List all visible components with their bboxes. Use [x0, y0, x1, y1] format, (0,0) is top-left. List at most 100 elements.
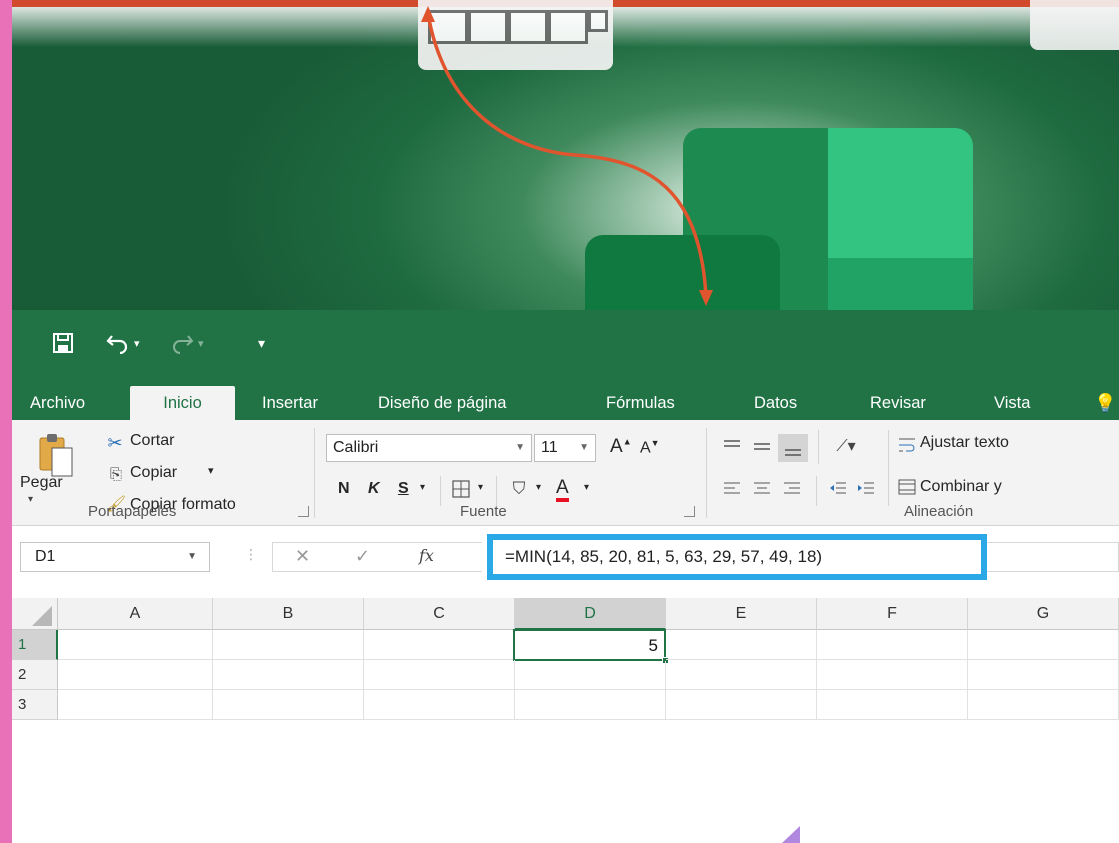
row-header[interactable]: 3 [12, 690, 58, 720]
font-color-dropdown-icon[interactable]: ▾ [584, 482, 589, 493]
cell[interactable] [515, 661, 666, 690]
orientation-icon[interactable]: ⟋▾ [826, 434, 866, 458]
align-top-icon[interactable] [720, 434, 744, 458]
font-size-select[interactable]: 11 ▼ [534, 434, 596, 462]
column-header[interactable]: A [58, 598, 213, 630]
formula-bar-grip-icon: ⋮ [244, 546, 258, 562]
bold-button[interactable]: N [338, 480, 350, 498]
row-header[interactable]: 2 [12, 660, 58, 690]
formula-buttons: ✕ ✓ fx [272, 542, 482, 572]
borders-icon[interactable] [450, 478, 472, 500]
row-header-selected[interactable]: 1 [12, 630, 58, 660]
formula-input[interactable]: =MIN(14, 85, 20, 81, 5, 63, 29, 57, 49, … [487, 534, 987, 580]
tab-inicio[interactable]: Inicio [130, 386, 235, 420]
decorative-background [0, 0, 1119, 310]
alignment-group-label: Alineación [904, 503, 974, 520]
column-header[interactable]: F [817, 598, 968, 630]
cell[interactable] [58, 630, 213, 660]
cell[interactable] [817, 660, 968, 690]
clipboard-group-label: Portapapeles [88, 503, 177, 520]
cell[interactable] [968, 660, 1119, 690]
cell[interactable] [666, 660, 817, 690]
cell[interactable] [364, 660, 515, 690]
copy-button[interactable]: Copiar [130, 464, 177, 482]
align-middle-icon[interactable] [750, 434, 774, 458]
grow-font-button[interactable]: A▲ [610, 436, 632, 458]
wrap-text-icon[interactable] [896, 434, 918, 456]
cut-button[interactable]: Cortar [130, 432, 174, 450]
tab-revisar[interactable]: Revisar [858, 386, 938, 420]
italic-button[interactable]: K [368, 480, 380, 498]
lightbulb-icon[interactable]: 💡 [1082, 386, 1119, 420]
tab-archivo[interactable]: Archivo [18, 386, 97, 420]
select-all-button[interactable] [12, 598, 58, 630]
fill-color-dropdown-icon[interactable]: ▾ [536, 482, 541, 493]
font-launcher-icon[interactable] [684, 506, 695, 517]
font-group-label: Fuente [460, 503, 507, 520]
column-header[interactable]: E [666, 598, 817, 630]
font-color-button[interactable]: A [556, 478, 569, 502]
tab-formulas[interactable]: Fórmulas [594, 386, 687, 420]
chevron-down-icon: ▼ [579, 442, 589, 453]
copy-dropdown-icon[interactable]: ▾ [208, 464, 214, 477]
font-name-select[interactable]: Calibri ▼ [326, 434, 532, 462]
paste-icon[interactable] [36, 430, 76, 480]
cell[interactable] [364, 630, 515, 660]
name-box[interactable]: D1 ▼ [20, 542, 210, 572]
cell[interactable] [968, 630, 1119, 660]
cell[interactable] [58, 660, 213, 690]
cell[interactable] [213, 630, 364, 660]
paste-button[interactable]: Pegar [20, 474, 63, 492]
customize-qat-icon[interactable]: ▾ [258, 330, 265, 356]
tab-insertar[interactable]: Insertar [250, 386, 330, 420]
merge-center-button[interactable]: Combinar y [920, 478, 1002, 496]
column-header[interactable]: C [364, 598, 515, 630]
cell[interactable] [666, 690, 817, 720]
chevron-down-icon: ▼ [187, 551, 197, 562]
borders-dropdown-icon[interactable]: ▾ [478, 482, 483, 493]
merge-center-icon[interactable] [896, 476, 918, 498]
ribbon-tabs: Archivo Inicio Insertar Diseño de página… [12, 376, 1119, 420]
undo-icon[interactable]: ▾ [106, 330, 140, 356]
underline-dropdown-icon[interactable]: ▾ [420, 482, 425, 493]
redo-icon[interactable]: ▾ [172, 330, 204, 356]
align-left-icon[interactable] [720, 476, 744, 500]
clipboard-launcher-icon[interactable] [298, 506, 309, 517]
save-icon[interactable] [52, 330, 74, 356]
cell[interactable] [968, 690, 1119, 720]
cell[interactable] [666, 630, 817, 660]
paste-dropdown-icon[interactable]: ▾ [28, 494, 33, 505]
underline-button[interactable]: S [398, 480, 409, 498]
increase-indent-icon[interactable] [854, 476, 878, 500]
cell[interactable] [817, 690, 968, 720]
decrease-indent-icon[interactable] [826, 476, 850, 500]
wrap-text-button[interactable]: Ajustar texto [920, 434, 1009, 452]
shrink-font-button[interactable]: A▼ [640, 438, 660, 457]
cell[interactable] [817, 630, 968, 660]
insert-function-button[interactable]: fx [419, 546, 434, 565]
column-header[interactable]: G [968, 598, 1119, 630]
enter-formula-button[interactable]: ✓ [355, 546, 370, 567]
cell[interactable] [515, 690, 666, 720]
tab-vista[interactable]: Vista [982, 386, 1042, 420]
column-header[interactable]: B [213, 598, 364, 630]
tab-diseno-pagina[interactable]: Diseño de página [366, 386, 518, 420]
redo-dropdown-icon[interactable]: ▾ [198, 337, 204, 350]
align-bottom-icon[interactable] [778, 434, 808, 462]
scissors-icon[interactable]: ✂ [104, 432, 126, 454]
cancel-formula-button[interactable]: ✕ [295, 546, 310, 567]
corner-window-icon [1030, 0, 1119, 50]
undo-dropdown-icon[interactable]: ▾ [134, 337, 140, 350]
tab-datos[interactable]: Datos [742, 386, 809, 420]
quick-access-toolbar: ▾ ▾ ▾ [12, 310, 1119, 376]
copy-icon[interactable]: ⎘ [106, 464, 126, 484]
active-cell-d1[interactable]: 5 [513, 629, 666, 661]
cell[interactable] [213, 660, 364, 690]
cell[interactable] [364, 690, 515, 720]
column-header-selected[interactable]: D [515, 598, 666, 630]
align-center-icon[interactable] [750, 476, 774, 500]
cell[interactable] [58, 690, 213, 720]
cell[interactable] [213, 690, 364, 720]
align-right-icon[interactable] [780, 476, 804, 500]
fill-color-icon[interactable]: ⛉ [506, 476, 532, 502]
